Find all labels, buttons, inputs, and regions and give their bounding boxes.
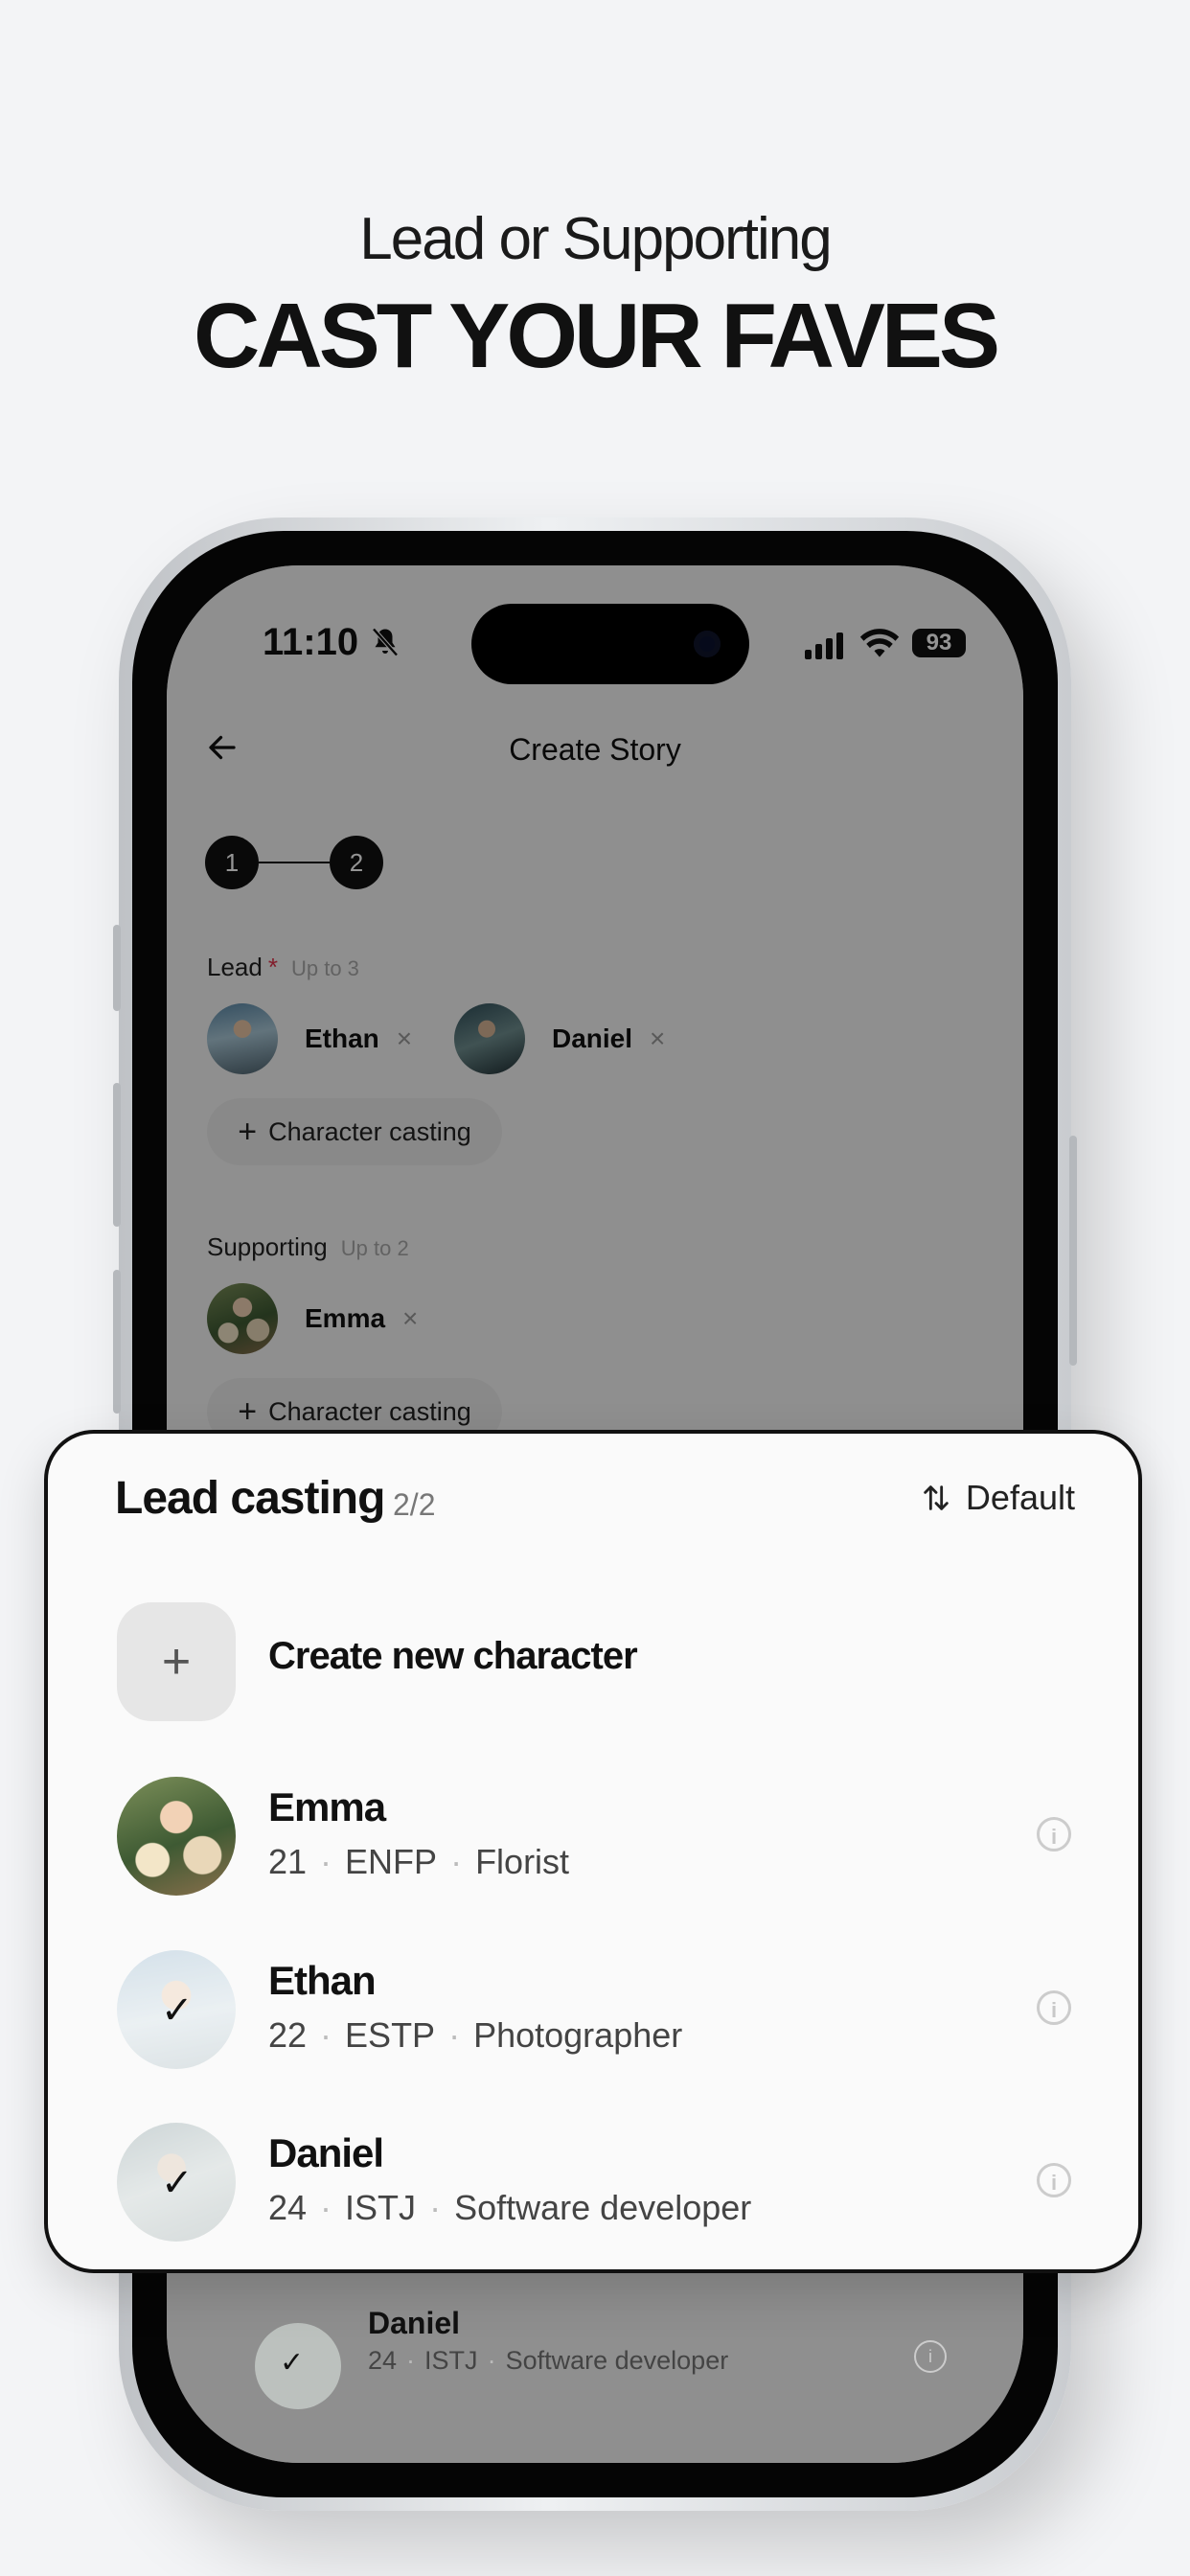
lead-casting-sheet: Lead casting 2/2 Default + Create new ch… [44,1430,1142,2273]
headline-subtitle: Lead or Supporting [359,206,832,272]
character-name: Daniel [268,2130,384,2175]
volume-up-button [113,1083,121,1227]
background-list-item: ✓ Daniel 24 · ISTJ · Software developer i [167,2300,1023,2425]
character-item-daniel[interactable]: ✓ Daniel 24 · ISTJ · Software developer i [48,2111,1138,2255]
character-meta: 24 · ISTJ · Software developer [268,2188,752,2227]
headline-title: CAST YOUR FAVES [194,285,1000,387]
checkmark-icon: ✓ [280,2347,305,2379]
avatar [117,1777,236,1896]
power-button [1069,1136,1077,1366]
action-button [113,925,121,1011]
info-icon[interactable]: i [1037,1817,1071,1852]
create-label: Create new character [268,1635,638,1677]
info-icon[interactable]: i [914,2340,947,2373]
character-meta: 21 · ENFP · Florist [268,1842,570,1881]
character-item-emma[interactable]: Emma 21 · ENFP · Florist i [48,1765,1138,1909]
character-name: Emma [268,1784,386,1829]
plus-icon: + [117,1602,236,1721]
sheet-title: Lead casting [115,1473,385,1524]
sort-button[interactable]: Default [920,1478,1075,1518]
selection-count: 2/2 [393,1487,436,1522]
character-name: Ethan [268,1958,377,2003]
checkmark-icon: ✓ [161,2162,194,2204]
character-item-ethan[interactable]: ✓ Ethan 22 · ESTP · Photographer i [48,1939,1138,2082]
sort-label: Default [965,1478,1075,1517]
sort-arrows-icon [924,1485,949,1510]
checkmark-icon: ✓ [161,1990,194,2032]
volume-down-button [113,1270,121,1414]
info-icon[interactable]: i [1037,2163,1071,2197]
info-icon[interactable]: i [1037,1990,1071,2025]
promo-headline: Lead or Supporting CAST YOUR FAVES [0,201,1190,389]
create-character-item[interactable]: + Create new character [48,1593,1138,1736]
character-name: Daniel [368,2306,461,2340]
character-meta: 22 · ESTP · Photographer [268,2015,683,2055]
character-meta: 24 · ISTJ · Software developer [368,2346,729,2375]
